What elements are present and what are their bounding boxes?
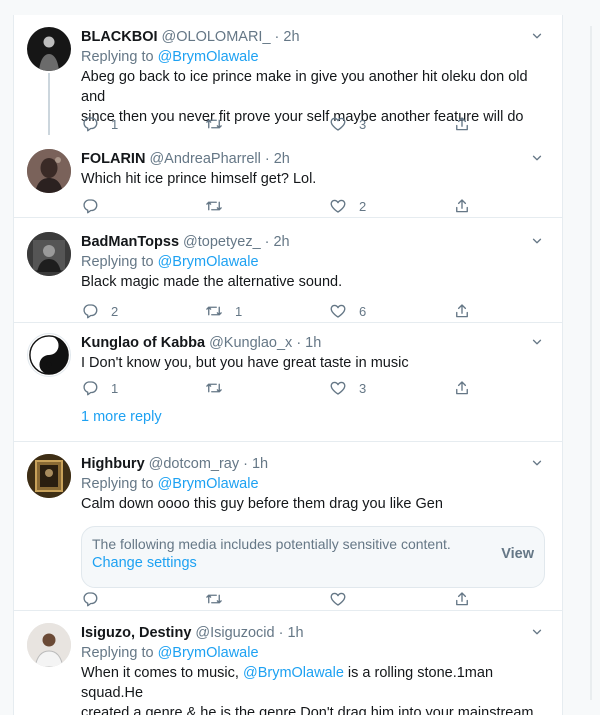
display-name[interactable]: FOLARIN: [81, 149, 145, 169]
timestamp[interactable]: · 1h: [243, 454, 268, 474]
retweet-icon: [205, 590, 223, 608]
avatar[interactable]: [27, 149, 71, 193]
retweet-icon: [205, 197, 223, 215]
avatar[interactable]: [27, 27, 71, 71]
reply-icon: [81, 302, 99, 320]
mention-link[interactable]: @BrymOlawale: [158, 645, 259, 661]
retweet-button[interactable]: [205, 590, 235, 608]
avatar[interactable]: [27, 232, 71, 276]
chevron-down-icon[interactable]: [530, 625, 544, 639]
retweet-button[interactable]: [205, 115, 235, 133]
display-name[interactable]: Highbury: [81, 454, 145, 474]
display-name[interactable]: Isiguzo, Destiny: [81, 623, 191, 643]
timestamp[interactable]: · 2h: [265, 149, 290, 169]
retweet-icon: [205, 115, 223, 133]
share-button[interactable]: [453, 302, 471, 320]
replying-to: Replying to @BrymOlawale: [81, 49, 259, 65]
share-button[interactable]: [453, 379, 471, 397]
reply-button[interactable]: 2: [81, 302, 118, 320]
sensitive-media-warning: The following media includes potentially…: [81, 526, 545, 588]
share-icon: [453, 115, 471, 133]
mention-link[interactable]: @BrymOlawale: [243, 665, 344, 681]
heart-icon: [329, 302, 347, 320]
reply-icon: [81, 197, 99, 215]
tweet[interactable]: Highbury @dotcom_ray · 1h Replying to @B…: [14, 442, 562, 611]
tweet[interactable]: Kunglao of Kabba @Kunglao_x · 1h I Don't…: [14, 323, 562, 442]
handle[interactable]: @topetyez_: [183, 232, 261, 252]
mention-link[interactable]: @BrymOlawale: [158, 476, 259, 492]
timestamp[interactable]: · 2h: [265, 232, 290, 252]
reply-icon: [81, 379, 99, 397]
share-button[interactable]: [453, 590, 471, 608]
replying-to: Replying to @BrymOlawale: [81, 645, 259, 661]
heart-icon: [329, 379, 347, 397]
reply-button[interactable]: 1: [81, 379, 118, 397]
chevron-down-icon[interactable]: [530, 456, 544, 470]
handle[interactable]: @OLOLOMARI_: [162, 27, 271, 47]
chevron-down-icon[interactable]: [530, 29, 544, 43]
timestamp[interactable]: · 1h: [296, 333, 321, 353]
tweet[interactable]: BLACKBOI @OLOLOMARI_ · 2h Replying to @B…: [14, 15, 562, 135]
share-icon: [453, 590, 471, 608]
handle[interactable]: @Kunglao_x: [209, 333, 292, 353]
reply-button[interactable]: [81, 197, 111, 215]
chevron-down-icon[interactable]: [530, 151, 544, 165]
tweet[interactable]: BadManTopss @topetyez_ · 2h Replying to …: [14, 218, 562, 323]
retweet-button[interactable]: [205, 197, 235, 215]
reply-icon: [81, 115, 99, 133]
handle[interactable]: @AndreaPharrell: [149, 149, 260, 169]
mention-link[interactable]: @BrymOlawale: [158, 254, 259, 270]
tweet-text: I Don't know you, but you have great tas…: [81, 355, 409, 371]
scroll-track[interactable]: [586, 0, 600, 700]
like-button[interactable]: 2: [329, 197, 366, 215]
display-name[interactable]: Kunglao of Kabba: [81, 333, 205, 353]
avatar[interactable]: [27, 333, 71, 377]
reply-button[interactable]: 1: [81, 115, 118, 133]
sensitive-media-message: The following media includes potentially…: [92, 536, 451, 552]
scroll-thumb[interactable]: [590, 26, 592, 700]
replying-to: Replying to @BrymOlawale: [81, 254, 259, 270]
handle[interactable]: @dotcom_ray: [149, 454, 239, 474]
replies-timeline: BLACKBOI @OLOLOMARI_ · 2h Replying to @B…: [13, 15, 563, 715]
display-name[interactable]: BLACKBOI: [81, 27, 158, 47]
thread-line: [48, 73, 50, 135]
mention-link[interactable]: @BrymOlawale: [158, 49, 259, 65]
avatar[interactable]: [27, 623, 71, 667]
like-button[interactable]: 3: [329, 379, 366, 397]
tweet-text: Black magic made the alternative sound.: [81, 274, 343, 290]
tweet-text: Which hit ice prince himself get? Lol.: [81, 171, 317, 187]
display-name[interactable]: BadManTopss: [81, 232, 179, 252]
share-icon: [453, 379, 471, 397]
heart-icon: [329, 590, 347, 608]
avatar[interactable]: [27, 454, 71, 498]
heart-icon: [329, 115, 347, 133]
show-more-replies-link[interactable]: 1 more reply: [81, 409, 162, 425]
tweet-text: Calm down oooo this guy before them drag…: [81, 496, 443, 512]
tweet[interactable]: FOLARIN @AndreaPharrell · 2h Which hit i…: [14, 135, 562, 218]
tweet[interactable]: Isiguzo, Destiny @Isiguzocid · 1h Replyi…: [14, 611, 562, 715]
retweet-icon: [205, 302, 223, 320]
like-button[interactable]: 6: [329, 302, 366, 320]
handle[interactable]: @Isiguzocid: [195, 623, 274, 643]
timestamp[interactable]: · 2h: [275, 27, 300, 47]
like-button[interactable]: 3: [329, 115, 366, 133]
view-media-button[interactable]: View: [501, 546, 534, 562]
timestamp[interactable]: · 1h: [279, 623, 304, 643]
chevron-down-icon[interactable]: [530, 335, 544, 349]
retweet-button[interactable]: 1: [205, 302, 242, 320]
retweet-button[interactable]: [205, 379, 235, 397]
retweet-icon: [205, 379, 223, 397]
share-icon: [453, 302, 471, 320]
share-button[interactable]: [453, 197, 471, 215]
share-icon: [453, 197, 471, 215]
change-settings-link[interactable]: Change settings: [92, 555, 197, 571]
heart-icon: [329, 197, 347, 215]
tweet-text: When it comes to music, @BrymOlawale is …: [81, 665, 534, 715]
reply-icon: [81, 590, 99, 608]
share-button[interactable]: [453, 115, 471, 133]
replying-to: Replying to @BrymOlawale: [81, 476, 259, 492]
like-button[interactable]: [329, 590, 359, 608]
reply-button[interactable]: [81, 590, 111, 608]
chevron-down-icon[interactable]: [530, 234, 544, 248]
